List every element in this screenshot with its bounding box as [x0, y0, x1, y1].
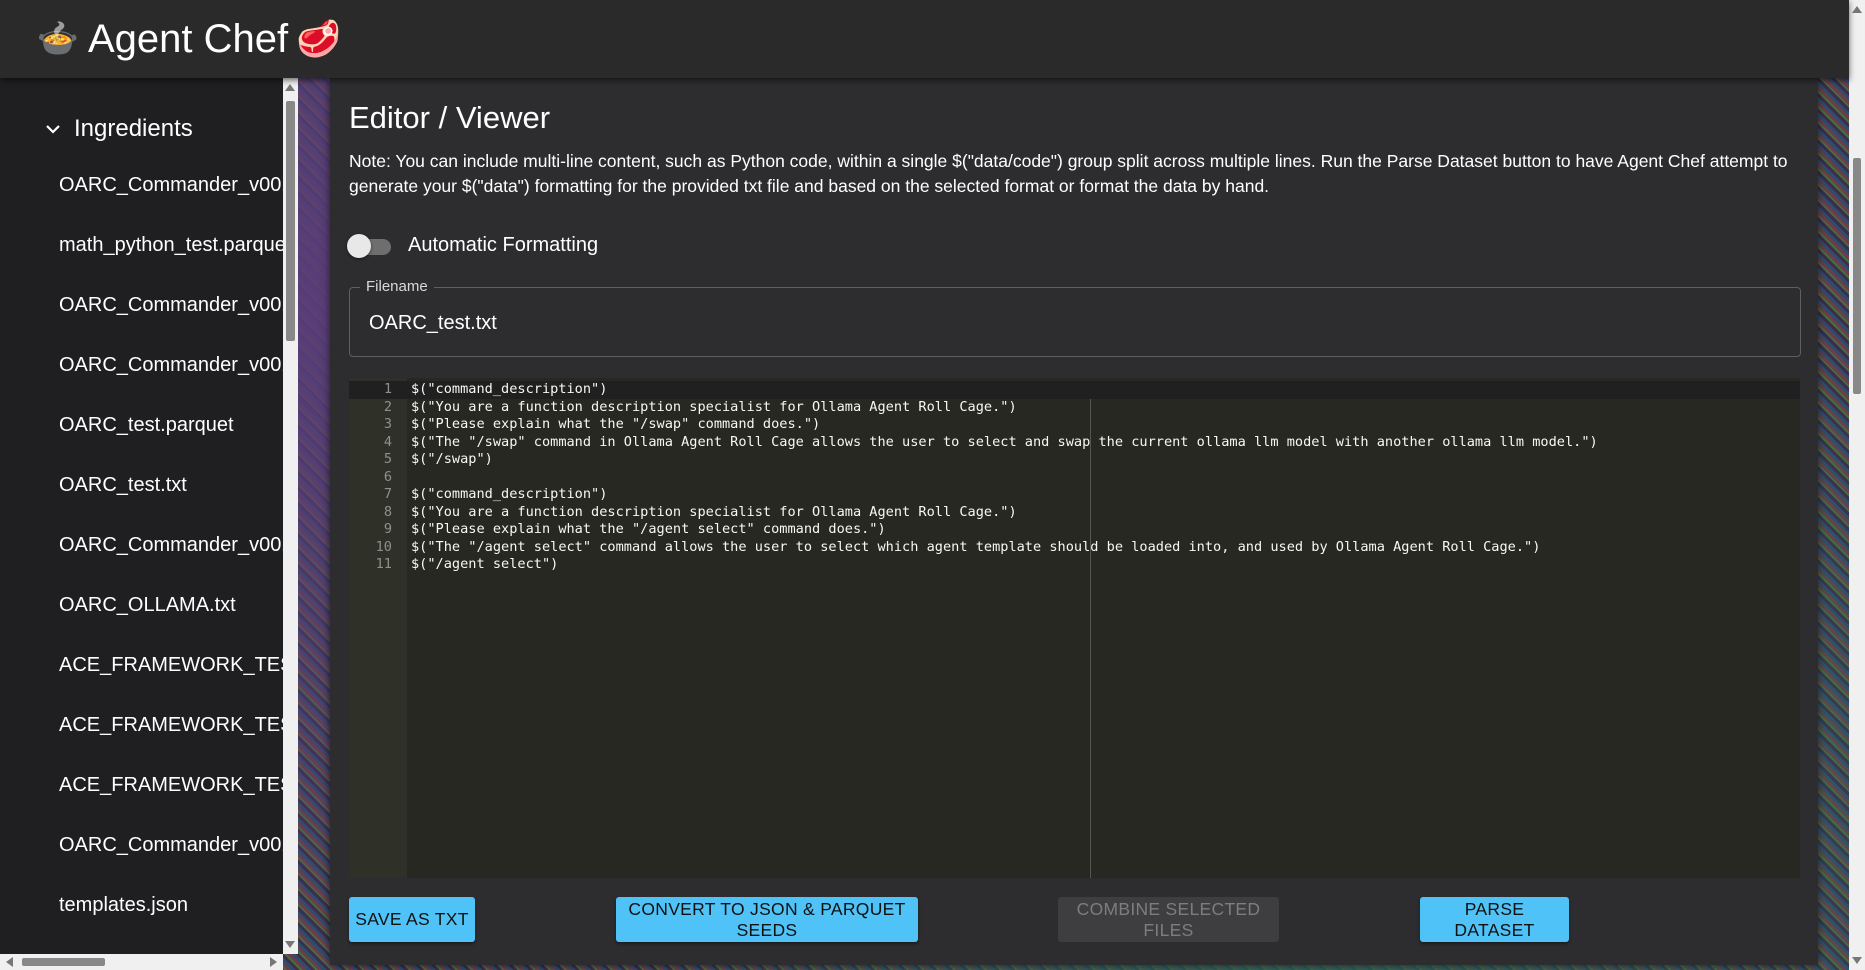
toggle-knob — [347, 234, 371, 258]
sidebar-item[interactable]: OARC_OLLAMA.txt — [0, 575, 283, 635]
line-number: 3 — [383, 416, 392, 432]
filename-input[interactable] — [367, 288, 1791, 358]
scroll-down-arrow-icon[interactable] — [285, 941, 295, 948]
line-number: 1 — [383, 381, 392, 397]
sidebar-item[interactable]: ACE_FRAMEWORK_TEST — [0, 635, 283, 695]
automatic-formatting-label: Automatic Formatting — [408, 234, 599, 256]
scroll-up-arrow-icon[interactable] — [1852, 6, 1862, 13]
code-line: 6 — [349, 469, 1800, 487]
code-text: $("Please explain what the "/agent selec… — [411, 521, 886, 537]
parse-dataset-button[interactable]: PARSE DATASET — [1420, 897, 1569, 942]
sidebar-item[interactable]: ACE_FRAMEWORK_TEST — [0, 755, 283, 815]
scroll-left-arrow-icon[interactable] — [6, 957, 13, 967]
automatic-formatting-toggle[interactable] — [347, 230, 397, 260]
code-line: 9 $("Please explain what the "/agent sele… — [349, 521, 1800, 539]
line-number: 7 — [383, 486, 392, 502]
cooking-pot-icon: 🍲 — [36, 20, 80, 58]
sidebar-item[interactable]: OARC_Commander_v001 — [0, 515, 283, 575]
code-line: 10 $("The "/agent select" command allows … — [349, 539, 1800, 557]
sidebar-item[interactable]: OARC_Commander_v001 — [0, 155, 283, 215]
scroll-up-arrow-icon[interactable] — [285, 84, 295, 91]
ingredients-header[interactable]: Ingredients — [0, 103, 283, 155]
sidebar: Ingredients OARC_Commander_v001 math_pyth… — [0, 78, 283, 954]
code-text: $("The "/swap" command in Ollama Agent R… — [411, 433, 1598, 450]
sidebar-item[interactable]: OARC_Commander_v001 — [0, 815, 283, 875]
sidebar-item[interactable]: OARC_test.parquet — [0, 395, 283, 455]
sidebar-horizontal-scrollbar[interactable] — [0, 954, 283, 970]
save-as-txt-button[interactable]: SAVE AS TXT — [349, 897, 475, 942]
filename-field: Filename — [349, 278, 1801, 358]
meat-icon: 🥩 — [296, 18, 341, 59]
code-line: 7 $("command_description") — [349, 486, 1800, 504]
line-number: 10 — [375, 538, 392, 555]
code-editor[interactable]: 1 $("command_description") 2 $("You are a f… — [349, 378, 1800, 878]
convert-to-json-parquet-button[interactable]: CONVERT TO JSON & PARQUET SEEDS — [616, 897, 918, 942]
ingredients-label: Ingredients — [74, 115, 193, 142]
sidebar-item[interactable]: math_python_test.parquet — [0, 215, 283, 275]
line-number: 6 — [383, 468, 392, 485]
code-text: $("command_description") — [411, 381, 608, 397]
code-text: $("Please explain what the "/swap" comma… — [411, 416, 821, 432]
code-line: 5 $("/swap") — [349, 451, 1800, 469]
code-text: $("The "/agent select" command allows th… — [411, 538, 1541, 555]
page-vertical-scrollbar[interactable] — [1849, 0, 1865, 970]
ingredients-list: OARC_Commander_v001 math_python_test.parq… — [0, 155, 283, 935]
sidebar-item[interactable]: templates.json — [0, 875, 283, 935]
code-text: $("command_description") — [411, 486, 608, 502]
code-text: $("You are a function description specia… — [411, 398, 1017, 415]
sidebar-item[interactable]: OARC_Commander_v001 — [0, 335, 283, 395]
code-line: 11 $("/agent select") — [349, 556, 1800, 574]
app-title: Agent Chef — [88, 16, 289, 61]
sidebar-vertical-scrollbar[interactable] — [283, 78, 298, 954]
code-text: $("/agent select") — [411, 556, 559, 572]
sidebar-item[interactable]: ACE_FRAMEWORK_TEST — [0, 695, 283, 755]
line-number: 8 — [383, 503, 392, 520]
line-number: 2 — [383, 398, 392, 415]
scrollbar-thumb[interactable] — [1853, 158, 1861, 394]
code-text: $("You are a function description specia… — [411, 503, 1017, 520]
code-line: 3 $("Please explain what the "/swap" comm… — [349, 416, 1800, 434]
sidebar-item[interactable]: OARC_Commander_v001 — [0, 275, 283, 335]
app-bar: 🍲 Agent Chef 🥩 — [0, 0, 1849, 78]
code-text: $("/swap") — [411, 451, 493, 467]
line-number: 9 — [383, 521, 392, 537]
scrollbar-thumb[interactable] — [22, 958, 105, 966]
sidebar-item[interactable]: OARC_test.txt — [0, 455, 283, 515]
scroll-right-arrow-icon[interactable] — [270, 957, 277, 967]
editor-panel: Editor / Viewer Note: You can include mu… — [330, 78, 1818, 965]
scroll-down-arrow-icon[interactable] — [1852, 957, 1862, 964]
line-number: 4 — [383, 433, 392, 450]
scrollbar-thumb[interactable] — [286, 101, 295, 341]
code-line: 1 $("command_description") — [349, 381, 1800, 399]
code-line: 8 $("You are a function description speci… — [349, 504, 1800, 522]
chevron-down-icon — [46, 125, 60, 134]
editor-note: Note: You can include multi-line content… — [349, 151, 1788, 196]
line-number: 11 — [375, 556, 392, 572]
code-line: 2 $("You are a function description speci… — [349, 399, 1800, 417]
combine-selected-files-button: COMBINE SELECTED FILES — [1058, 897, 1279, 942]
line-number: 5 — [383, 451, 392, 467]
code-line: 4 $("The "/swap" command in Ollama Agent … — [349, 434, 1800, 452]
panel-title: Editor / Viewer — [349, 100, 551, 135]
